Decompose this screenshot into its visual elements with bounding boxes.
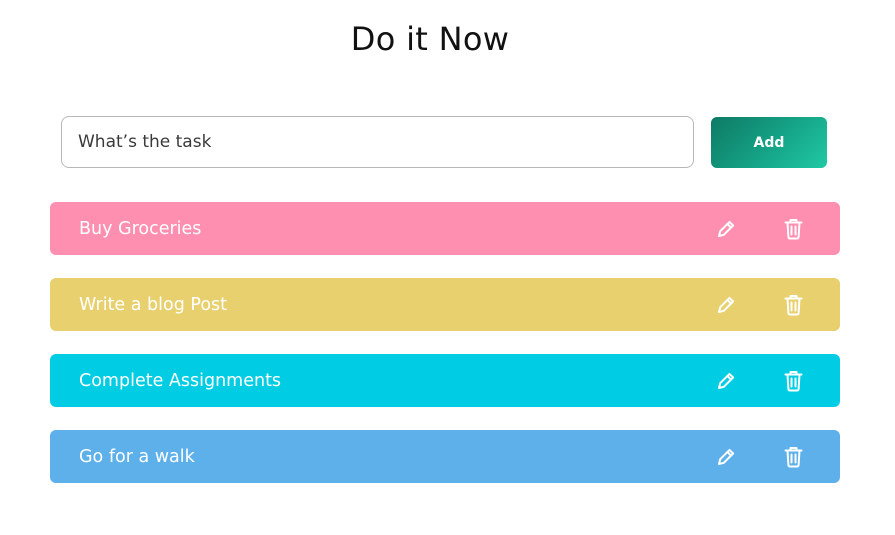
task-item: Buy Groceries	[50, 202, 840, 255]
pencil-icon[interactable]	[714, 368, 738, 394]
task-label: Buy Groceries	[79, 219, 202, 239]
task-list: Buy Groceries Write a blog Post Complete…	[50, 202, 840, 506]
trash-icon[interactable]	[781, 292, 805, 318]
trash-icon[interactable]	[781, 444, 805, 470]
trash-icon[interactable]	[781, 368, 805, 394]
pencil-icon[interactable]	[714, 444, 738, 470]
trash-icon[interactable]	[781, 216, 805, 242]
pencil-icon[interactable]	[714, 216, 738, 242]
task-label: Go for a walk	[79, 447, 195, 467]
task-input[interactable]	[61, 116, 694, 168]
task-item: Complete Assignments	[50, 354, 840, 407]
task-item: Go for a walk	[50, 430, 840, 483]
pencil-icon[interactable]	[714, 292, 738, 318]
todo-app: Do it Now Add Buy Groceries	[0, 0, 895, 535]
task-label: Write a blog Post	[79, 295, 228, 315]
task-item: Write a blog Post	[50, 278, 840, 331]
task-label: Complete Assignments	[79, 371, 282, 391]
add-task-button[interactable]: Add	[711, 117, 827, 168]
page-title: Do it Now	[350, 20, 510, 58]
